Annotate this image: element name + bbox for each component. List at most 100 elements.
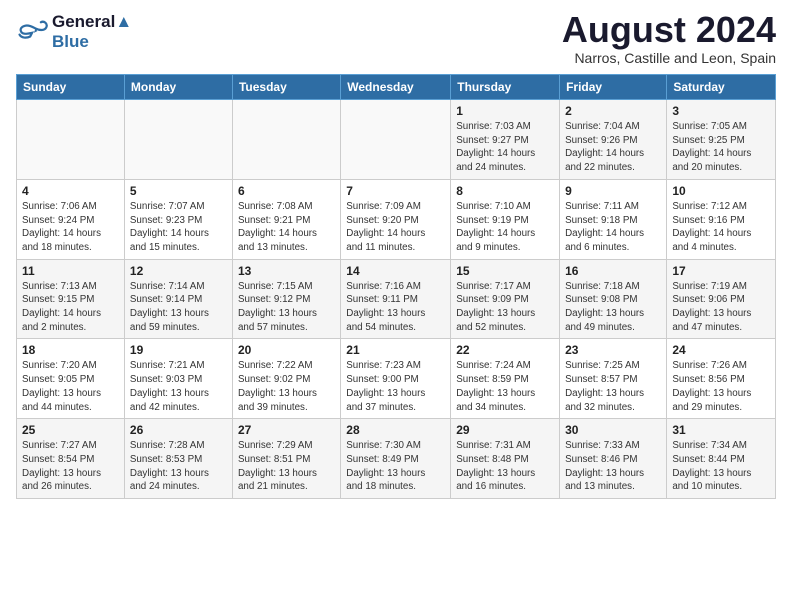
calendar-week-4: 25Sunrise: 7:27 AM Sunset: 8:54 PM Dayli… (17, 419, 776, 499)
calendar-cell: 29 Sunrise: 7:31 AM Sunset: 8:48 PM Dayli… (451, 419, 560, 499)
title-block: August 2024 Narros, Castille and Leon, S… (562, 12, 776, 66)
logo-icon (16, 18, 48, 46)
header-tuesday: Tuesday (232, 75, 340, 100)
calendar-cell: 28 Sunrise: 7:30 AM Sunset: 8:49 PM Dayli… (341, 419, 451, 499)
calendar-cell: 31Sunrise: 7:34 AM Sunset: 8:44 PM Dayli… (667, 419, 776, 499)
calendar-cell: 14Sunrise: 7:16 AM Sunset: 9:11 PM Dayli… (341, 259, 451, 339)
calendar-cell: 19Sunrise: 7:21 AM Sunset: 9:03 PM Dayli… (124, 339, 232, 419)
day-info: Sunrise: 7:25 AM Sunset: 8:57 PM Dayligh… (565, 359, 661, 414)
calendar-cell: 4 Sunrise: 7:06 AM Sunset: 9:24 PM Daylig… (17, 179, 125, 259)
day-info: Sunrise: 7:04 AM Sunset: 9:26 PM Dayligh… (565, 120, 661, 175)
day-info: Sunrise: 7:23 AM Sunset: 9:00 PM Dayligh… (346, 359, 445, 414)
day-number: 28 (346, 423, 445, 437)
calendar-cell: 11Sunrise: 7:13 AM Sunset: 9:15 PM Dayli… (17, 259, 125, 339)
day-info: Sunrise: 7:20 AM Sunset: 9:05 PM Dayligh… (22, 359, 119, 414)
day-number: 16 (565, 264, 661, 278)
calendar-cell (124, 100, 232, 180)
calendar-cell: 7Sunrise: 7:09 AM Sunset: 9:20 PM Daylig… (341, 179, 451, 259)
calendar-cell (232, 100, 340, 180)
day-number: 7 (346, 184, 445, 198)
day-info: Sunrise: 7:21 AM Sunset: 9:03 PM Dayligh… (130, 359, 227, 414)
day-info: Sunrise: 7:34 AM Sunset: 8:44 PM Dayligh… (672, 439, 770, 494)
header-monday: Monday (124, 75, 232, 100)
calendar-cell: 17Sunrise: 7:19 AM Sunset: 9:06 PM Dayli… (667, 259, 776, 339)
calendar-cell: 30Sunrise: 7:33 AM Sunset: 8:46 PM Dayli… (560, 419, 667, 499)
day-info: Sunrise: 7:13 AM Sunset: 9:15 PM Dayligh… (22, 280, 119, 335)
calendar-week-0: 1 Sunrise: 7:03 AM Sunset: 9:27 PM Daylig… (17, 100, 776, 180)
day-number: 30 (565, 423, 661, 437)
calendar-cell: 12 Sunrise: 7:14 AM Sunset: 9:14 PM Dayli… (124, 259, 232, 339)
calendar-cell: 15 Sunrise: 7:17 AM Sunset: 9:09 PM Dayli… (451, 259, 560, 339)
day-info: Sunrise: 7:05 AM Sunset: 9:25 PM Dayligh… (672, 120, 770, 175)
calendar-cell: 23 Sunrise: 7:25 AM Sunset: 8:57 PM Dayli… (560, 339, 667, 419)
calendar-cell (341, 100, 451, 180)
day-number: 8 (456, 184, 554, 198)
day-number: 4 (22, 184, 119, 198)
header-sunday: Sunday (17, 75, 125, 100)
day-info: Sunrise: 7:30 AM Sunset: 8:49 PM Dayligh… (346, 439, 445, 494)
logo: General▲ Blue (16, 12, 132, 51)
day-number: 6 (238, 184, 335, 198)
day-number: 24 (672, 343, 770, 357)
day-info: Sunrise: 7:11 AM Sunset: 9:18 PM Dayligh… (565, 200, 661, 255)
day-info: Sunrise: 7:24 AM Sunset: 8:59 PM Dayligh… (456, 359, 554, 414)
day-number: 15 (456, 264, 554, 278)
day-number: 23 (565, 343, 661, 357)
day-info: Sunrise: 7:17 AM Sunset: 9:09 PM Dayligh… (456, 280, 554, 335)
day-info: Sunrise: 7:10 AM Sunset: 9:19 PM Dayligh… (456, 200, 554, 255)
day-number: 9 (565, 184, 661, 198)
calendar-cell: 10Sunrise: 7:12 AM Sunset: 9:16 PM Dayli… (667, 179, 776, 259)
location: Narros, Castille and Leon, Spain (562, 50, 776, 66)
day-number: 10 (672, 184, 770, 198)
day-number: 21 (346, 343, 445, 357)
calendar-cell: 25Sunrise: 7:27 AM Sunset: 8:54 PM Dayli… (17, 419, 125, 499)
day-number: 1 (456, 104, 554, 118)
calendar-week-1: 4 Sunrise: 7:06 AM Sunset: 9:24 PM Daylig… (17, 179, 776, 259)
day-info: Sunrise: 7:31 AM Sunset: 8:48 PM Dayligh… (456, 439, 554, 494)
calendar-cell: 20 Sunrise: 7:22 AM Sunset: 9:02 PM Dayli… (232, 339, 340, 419)
day-info: Sunrise: 7:07 AM Sunset: 9:23 PM Dayligh… (130, 200, 227, 255)
day-info: Sunrise: 7:16 AM Sunset: 9:11 PM Dayligh… (346, 280, 445, 335)
day-info: Sunrise: 7:28 AM Sunset: 8:53 PM Dayligh… (130, 439, 227, 494)
day-info: Sunrise: 7:06 AM Sunset: 9:24 PM Dayligh… (22, 200, 119, 255)
page-header: General▲ Blue August 2024 Narros, Castil… (16, 12, 776, 66)
day-number: 29 (456, 423, 554, 437)
day-info: Sunrise: 7:22 AM Sunset: 9:02 PM Dayligh… (238, 359, 335, 414)
day-number: 3 (672, 104, 770, 118)
header-wednesday: Wednesday (341, 75, 451, 100)
header-saturday: Saturday (667, 75, 776, 100)
calendar-cell: 1 Sunrise: 7:03 AM Sunset: 9:27 PM Daylig… (451, 100, 560, 180)
day-info: Sunrise: 7:18 AM Sunset: 9:08 PM Dayligh… (565, 280, 661, 335)
calendar-cell: 2 Sunrise: 7:04 AM Sunset: 9:26 PM Daylig… (560, 100, 667, 180)
calendar-table: Sunday Monday Tuesday Wednesday Thursday… (16, 74, 776, 499)
day-info: Sunrise: 7:14 AM Sunset: 9:14 PM Dayligh… (130, 280, 227, 335)
header-friday: Friday (560, 75, 667, 100)
calendar-cell: 9 Sunrise: 7:11 AM Sunset: 9:18 PM Daylig… (560, 179, 667, 259)
day-number: 22 (456, 343, 554, 357)
day-number: 18 (22, 343, 119, 357)
calendar-cell: 24 Sunrise: 7:26 AM Sunset: 8:56 PM Dayli… (667, 339, 776, 419)
calendar-cell: 16 Sunrise: 7:18 AM Sunset: 9:08 PM Dayli… (560, 259, 667, 339)
calendar-cell: 6Sunrise: 7:08 AM Sunset: 9:21 PM Daylig… (232, 179, 340, 259)
day-number: 27 (238, 423, 335, 437)
day-info: Sunrise: 7:19 AM Sunset: 9:06 PM Dayligh… (672, 280, 770, 335)
day-number: 20 (238, 343, 335, 357)
calendar-cell: 18 Sunrise: 7:20 AM Sunset: 9:05 PM Dayli… (17, 339, 125, 419)
day-number: 2 (565, 104, 661, 118)
calendar-cell: 13Sunrise: 7:15 AM Sunset: 9:12 PM Dayli… (232, 259, 340, 339)
day-info: Sunrise: 7:27 AM Sunset: 8:54 PM Dayligh… (22, 439, 119, 494)
calendar-cell (17, 100, 125, 180)
day-info: Sunrise: 7:26 AM Sunset: 8:56 PM Dayligh… (672, 359, 770, 414)
calendar-cell: 21 Sunrise: 7:23 AM Sunset: 9:00 PM Dayli… (341, 339, 451, 419)
header-thursday: Thursday (451, 75, 560, 100)
day-info: Sunrise: 7:15 AM Sunset: 9:12 PM Dayligh… (238, 280, 335, 335)
day-info: Sunrise: 7:03 AM Sunset: 9:27 PM Dayligh… (456, 120, 554, 175)
calendar-cell: 27Sunrise: 7:29 AM Sunset: 8:51 PM Dayli… (232, 419, 340, 499)
logo-text: General▲ Blue (52, 12, 132, 51)
calendar-cell: 8 Sunrise: 7:10 AM Sunset: 9:19 PM Daylig… (451, 179, 560, 259)
calendar-header-row: Sunday Monday Tuesday Wednesday Thursday… (17, 75, 776, 100)
day-number: 5 (130, 184, 227, 198)
day-number: 12 (130, 264, 227, 278)
calendar-week-2: 11Sunrise: 7:13 AM Sunset: 9:15 PM Dayli… (17, 259, 776, 339)
month-title: August 2024 (562, 12, 776, 48)
